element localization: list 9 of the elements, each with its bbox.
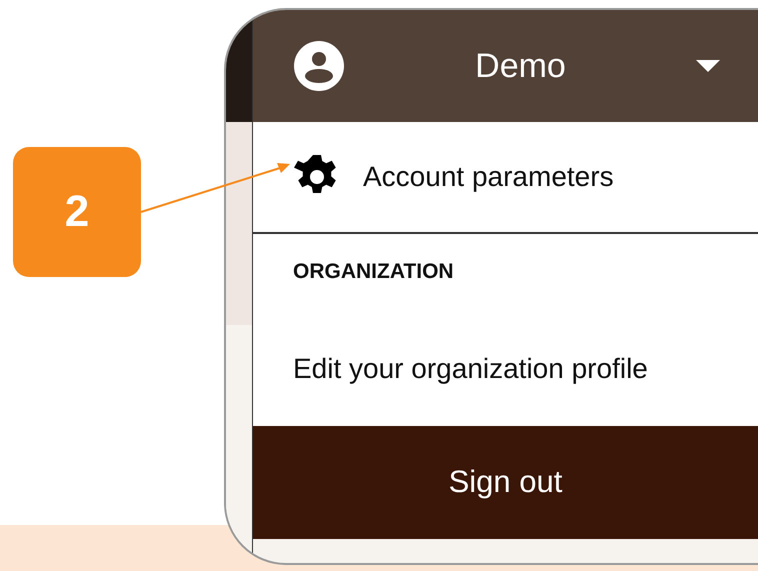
menu-item[interactable]: Account parameters <box>253 122 758 234</box>
section-heading: ORGANIZATION <box>253 234 758 311</box>
user-name: Demo <box>474 46 567 86</box>
user-menu-header[interactable]: Demo <box>253 10 758 122</box>
sign-out-button[interactable]: Sign out <box>253 426 758 539</box>
user-avatar-icon <box>293 40 345 92</box>
menu-item[interactable]: Edit your organization profile <box>253 311 758 426</box>
caret-icon <box>696 60 720 72</box>
callout-badge: 2 <box>13 147 141 277</box>
